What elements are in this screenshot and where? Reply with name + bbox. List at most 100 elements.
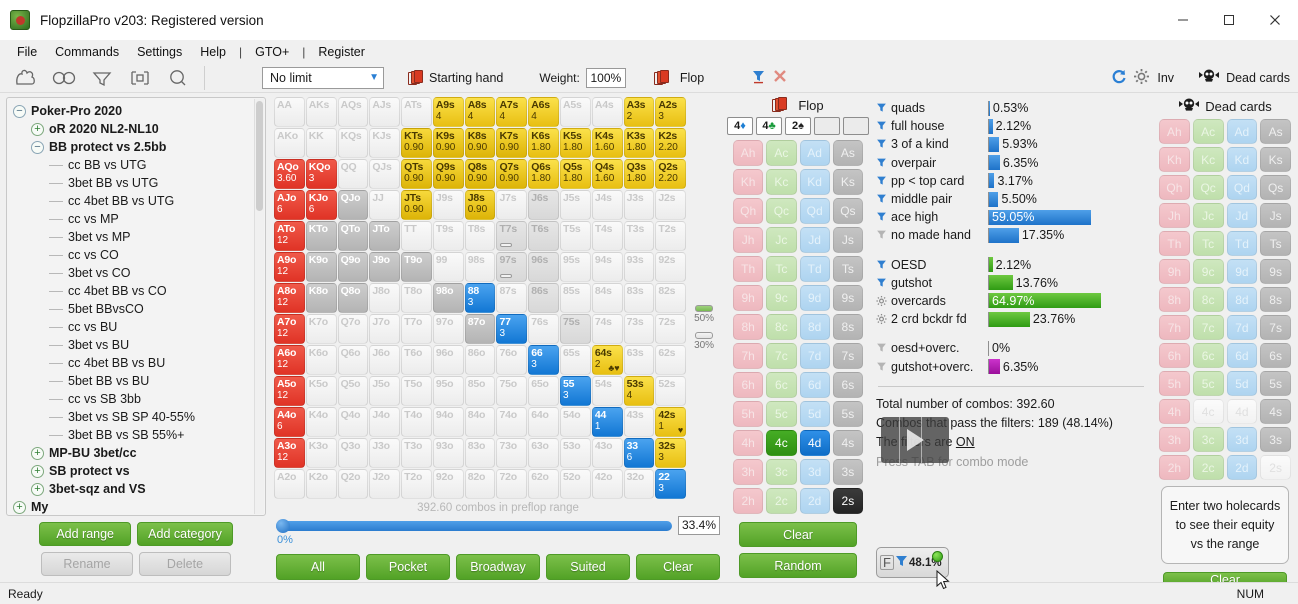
tree-node[interactable]: cc vs MP [7, 210, 265, 228]
weight-value[interactable]: 100% [585, 67, 626, 88]
flop-card-5c[interactable]: 5c [766, 401, 797, 427]
dead-card-As[interactable]: As [1260, 119, 1291, 144]
matrix-cell[interactable]: J2s [655, 190, 687, 220]
matrix-cell[interactable]: 74o [496, 407, 528, 437]
matrix-cell[interactable]: K9o [305, 252, 337, 282]
matrix-cell[interactable]: 84o [464, 407, 496, 437]
dead-card-3h[interactable]: 3h [1159, 427, 1190, 452]
flop-clear-button[interactable]: Clear [739, 522, 857, 547]
matrix-cell[interactable]: 64o [528, 407, 560, 437]
stat-filter-toggle[interactable]: 3 of a kind [876, 137, 988, 151]
matrix-cell[interactable]: QJo [337, 190, 369, 220]
dead-card-Kd[interactable]: Kd [1226, 147, 1258, 172]
hand-cards-icon[interactable] [10, 65, 42, 91]
matrix-cell[interactable]: T8o [401, 283, 432, 313]
matrix-cell[interactable]: 52s [655, 376, 687, 406]
matrix-cell[interactable]: AQs [337, 97, 369, 127]
matrix-cell[interactable]: Q4o [337, 407, 369, 437]
flop-card-2d[interactable]: 2d [799, 488, 830, 514]
matrix-cell[interactable]: 96s [528, 252, 560, 282]
matrix-cell[interactable]: 33 6 [623, 438, 655, 468]
matrix-cell[interactable]: T9s [432, 221, 464, 251]
matrix-cell[interactable]: A3s 2 [623, 97, 655, 127]
matrix-cell[interactable]: T5o [401, 376, 432, 406]
matrix-cell[interactable]: 77 3 [496, 314, 528, 344]
dead-card-Tc[interactable]: Tc [1192, 231, 1224, 256]
matrix-cell[interactable]: 95s [560, 252, 591, 282]
tree-node[interactable]: 3bet vs BU [7, 336, 265, 354]
flop-card-4c[interactable]: 4c [766, 430, 797, 456]
range-slider[interactable] [276, 518, 672, 533]
flop-card-7c[interactable]: 7c [766, 343, 797, 369]
matrix-cell[interactable]: T6o [401, 345, 432, 375]
board-card-slot-empty[interactable] [814, 117, 840, 135]
menu-help[interactable]: Help [191, 43, 235, 61]
dead-card-Qh[interactable]: Qh [1159, 175, 1190, 200]
tree-expand-icon[interactable]: + [31, 446, 44, 460]
matrix-cell[interactable]: Q3o [337, 438, 369, 468]
range-percent-value[interactable]: 33.4% [678, 516, 720, 535]
dead-card-4d[interactable]: 4d [1226, 399, 1258, 424]
matrix-cell[interactable]: 43s [623, 407, 655, 437]
dead-card-2s[interactable]: 2s [1260, 455, 1291, 480]
add-range-button[interactable]: Add range [39, 522, 132, 546]
matrix-cell[interactable]: 85o [464, 376, 496, 406]
minimize-button[interactable] [1160, 0, 1206, 40]
flop-card-7s[interactable]: 7s [832, 343, 863, 369]
matrix-cell[interactable]: 75o [496, 376, 528, 406]
matrix-cell[interactable]: 73s [623, 314, 655, 344]
flop-card-8h[interactable]: 8h [733, 314, 764, 340]
matrix-cell[interactable]: KTo [305, 221, 337, 251]
matrix-cell[interactable]: T4o [401, 407, 432, 437]
flop-card-2h[interactable]: 2h [733, 488, 764, 514]
stat-filter-toggle[interactable]: pp < top card [876, 174, 988, 188]
matrix-cell[interactable]: 73o [496, 438, 528, 468]
matrix-cell[interactable]: J6o [369, 345, 401, 375]
dead-card-Ad[interactable]: Ad [1226, 119, 1258, 144]
matrix-cell[interactable]: A9s 4 [432, 97, 464, 127]
matrix-cell[interactable]: 84s [591, 283, 623, 313]
limit-select[interactable]: No limit ▼ [262, 66, 384, 89]
matrix-cell[interactable]: J2o [369, 469, 401, 499]
dead-card-9d[interactable]: 9d [1226, 259, 1258, 284]
stat-filter-toggle[interactable]: middle pair [876, 192, 988, 206]
matrix-cell[interactable]: K5o [305, 376, 337, 406]
matrix-cell[interactable]: 76o [496, 345, 528, 375]
delete-button[interactable]: Delete [139, 552, 231, 576]
matrix-cell[interactable]: K4o [305, 407, 337, 437]
flop-card-Td[interactable]: Td [799, 256, 830, 282]
tree-node[interactable]: 5bet BBvsCO [7, 300, 265, 318]
flop-card-7h[interactable]: 7h [733, 343, 764, 369]
hand-matrix-grid[interactable]: AA AKs AQs AJs ATs A9s 4 A8s 4 A7s 4 A6s 4 A5s A4s A3s 2… [274, 97, 687, 499]
filter-funnel-blue-icon[interactable] [752, 69, 765, 87]
flop-card-Ad[interactable]: Ad [799, 140, 830, 166]
flop-card-6d[interactable]: 6d [799, 372, 830, 398]
matrix-cell[interactable]: J9s [432, 190, 464, 220]
tree-collapse-icon[interactable]: − [13, 104, 26, 118]
stat-filter-toggle[interactable]: 2 crd bckdr fd [876, 312, 988, 326]
matrix-cell[interactable]: 62s [655, 345, 687, 375]
matrix-cell[interactable]: KTs 0.90 [401, 128, 432, 158]
flop-card-Ah[interactable]: Ah [733, 140, 764, 166]
stat-filter-toggle[interactable]: ace high [876, 210, 988, 224]
dead-card-7c[interactable]: 7c [1192, 315, 1224, 340]
matrix-cell[interactable]: 96o [432, 345, 464, 375]
tree-node[interactable]: 3bet vs CO [7, 264, 265, 282]
import-range-icon[interactable] [124, 65, 156, 91]
matrix-cell[interactable]: A8o 12 [274, 283, 305, 313]
flop-card-Js[interactable]: Js [832, 227, 863, 253]
dead-card-8s[interactable]: 8s [1260, 287, 1291, 312]
dead-card-Js[interactable]: Js [1260, 203, 1291, 228]
matrix-cell[interactable]: 43o [591, 438, 623, 468]
flop-card-Qd[interactable]: Qd [799, 198, 830, 224]
tree-node[interactable]: 5bet BB vs BU [7, 372, 265, 390]
board-slots[interactable]: 4 ♦ 4 ♣ 2 ♠ [727, 117, 869, 135]
dead-card-6d[interactable]: 6d [1226, 343, 1258, 368]
matrix-cell[interactable]: 53o [560, 438, 591, 468]
filter-funnel-icon[interactable] [86, 65, 118, 91]
matrix-cell[interactable]: J3s [623, 190, 655, 220]
matrix-cell[interactable]: 65o [528, 376, 560, 406]
matrix-cell[interactable]: Q3s 1.80 [623, 159, 655, 189]
tree-node[interactable]: − Poker-Pro 2020 [7, 102, 265, 120]
matrix-cell[interactable]: T5s [560, 221, 591, 251]
